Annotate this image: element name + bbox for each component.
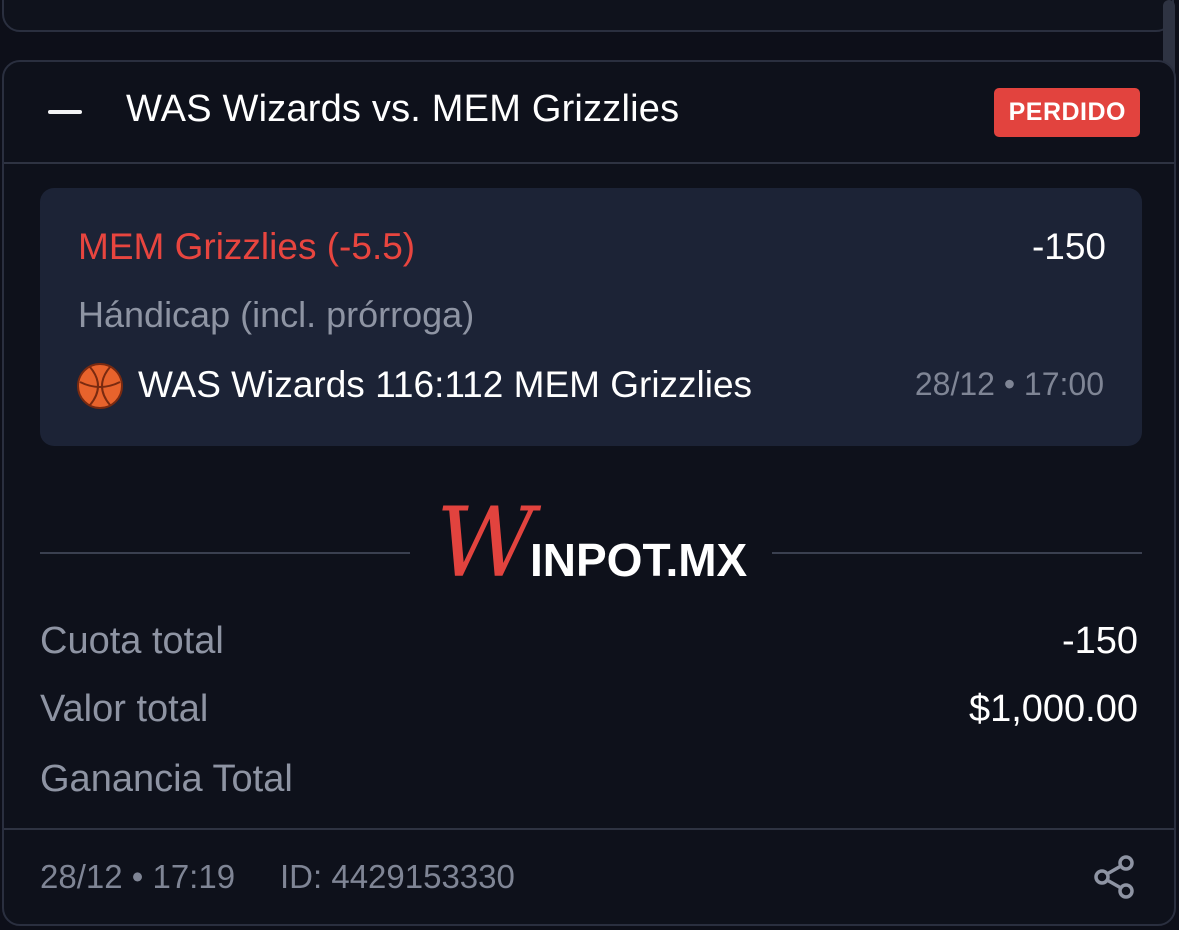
total-win-label: Ganancia Total <box>40 758 293 800</box>
event-title: WAS Wizards vs. MEM Grizzlies <box>126 88 680 130</box>
bet-history-page: ⌄ WAS Wizards vs. MEM Grizzlies PERDIDO … <box>0 0 1179 930</box>
placed-datetime: 28/12 • 17:19 <box>40 858 236 895</box>
bet-card: WAS Wizards vs. MEM Grizzlies PERDIDO ME… <box>2 60 1176 926</box>
collapse-icon[interactable] <box>48 110 82 114</box>
winpot-logo: W INPOT.MX <box>436 490 748 590</box>
match-datetime: 28/12 • 17:00 <box>914 366 1104 402</box>
bet-card-header[interactable]: WAS Wizards vs. MEM Grizzlies PERDIDO <box>4 62 1174 164</box>
status-badge: PERDIDO <box>993 88 1140 137</box>
selection-box: MEM Grizzlies (-5.5) -150 Hándicap (incl… <box>40 188 1142 446</box>
logo-initial: W <box>436 490 542 590</box>
share-icon[interactable] <box>1092 854 1138 900</box>
bet-id: ID: 4429153330 <box>280 858 515 895</box>
selection-odds: -150 <box>1031 226 1106 267</box>
previous-bet-card[interactable]: ⌄ <box>2 0 1174 32</box>
market-name: Hándicap (incl. prórroga) <box>78 294 475 335</box>
total-odds-label: Cuota total <box>40 620 224 662</box>
total-stake-label: Valor total <box>40 688 209 730</box>
match-result: WAS Wizards 116:112 MEM Grizzlies <box>138 364 753 405</box>
divider <box>772 552 1142 554</box>
total-odds-value: -150 <box>1061 620 1138 662</box>
selection-name: MEM Grizzlies (-5.5) <box>78 226 416 267</box>
bet-card-footer: 28/12 • 17:19 ID: 4429153330 <box>4 828 1174 924</box>
logo-text: INPOT.MX <box>530 534 748 586</box>
total-stake-value: $1,000.00 <box>968 688 1138 730</box>
divider <box>40 552 410 554</box>
basketball-icon <box>77 363 123 409</box>
